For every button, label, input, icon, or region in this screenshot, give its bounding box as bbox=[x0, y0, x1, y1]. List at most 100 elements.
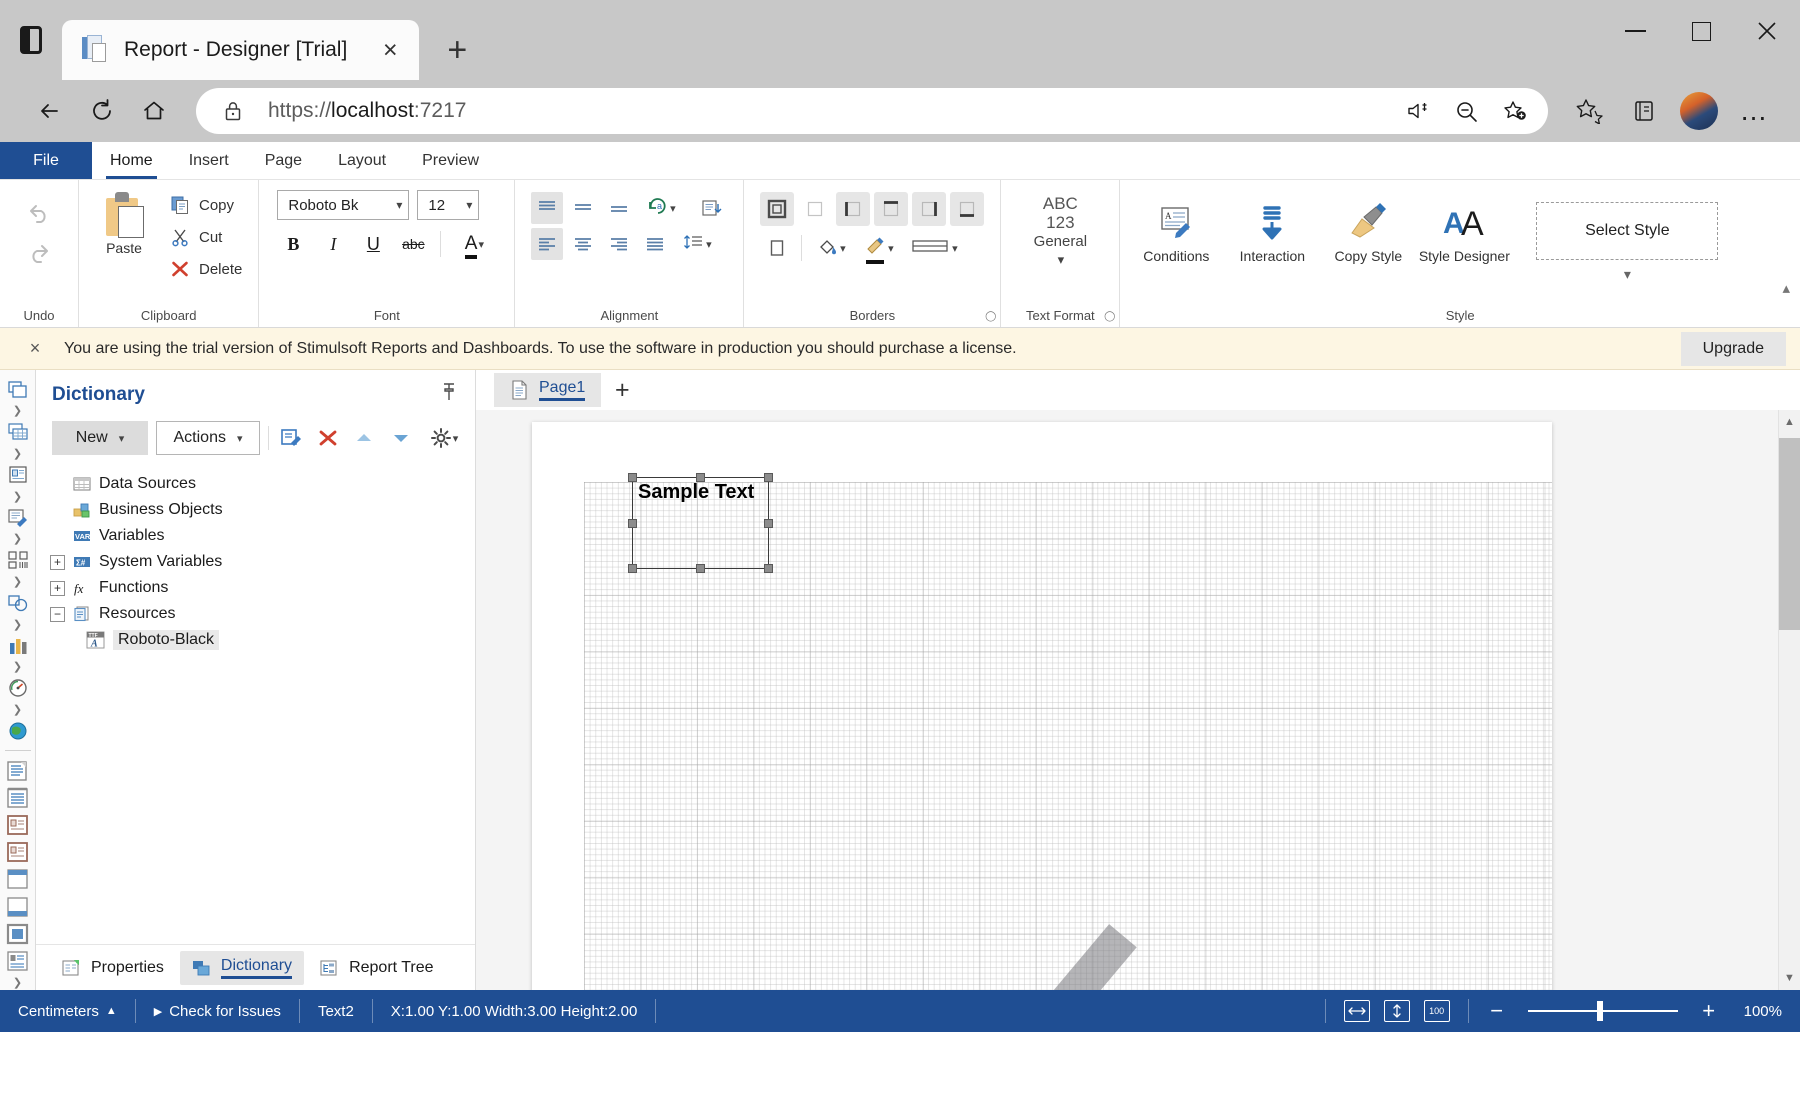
pin-icon[interactable] bbox=[441, 382, 457, 407]
table-icon[interactable] bbox=[3, 419, 33, 446]
copy-button[interactable]: Copy bbox=[161, 190, 250, 220]
dialog-launcher-icon[interactable]: ◯ bbox=[985, 311, 996, 322]
scroll-up-icon[interactable]: ▲ bbox=[1779, 410, 1800, 434]
align-justify-icon[interactable] bbox=[639, 228, 671, 260]
resize-handle-ne[interactable] bbox=[764, 473, 773, 482]
gauge-icon[interactable] bbox=[3, 675, 33, 702]
report-page[interactable]: Sample Text bbox=[532, 422, 1552, 990]
data-band-icon[interactable] bbox=[3, 839, 33, 866]
collapse-ribbon-icon[interactable]: ▴ bbox=[1782, 279, 1790, 297]
minimize-button[interactable] bbox=[1602, 0, 1668, 62]
delete-x-icon[interactable] bbox=[314, 423, 343, 453]
upgrade-button[interactable]: Upgrade bbox=[1680, 331, 1786, 366]
tab-insert[interactable]: Insert bbox=[171, 142, 247, 179]
page-header-band-icon[interactable] bbox=[3, 785, 33, 812]
close-tab-icon[interactable]: × bbox=[373, 33, 407, 67]
gear-icon[interactable]: ▾ bbox=[423, 423, 465, 453]
expand-barcode-icon[interactable]: ❯ bbox=[13, 574, 22, 590]
close-banner-icon[interactable]: × bbox=[22, 338, 48, 359]
align-right-icon[interactable] bbox=[603, 228, 635, 260]
zoom-slider-thumb[interactable] bbox=[1596, 1001, 1603, 1021]
page-footer-band-icon[interactable] bbox=[3, 893, 33, 920]
scroll-down-icon[interactable]: ▼ bbox=[1779, 966, 1800, 990]
new-tab-button[interactable]: + bbox=[433, 26, 481, 74]
tab-strip-button[interactable] bbox=[0, 0, 62, 80]
footer-band-icon[interactable] bbox=[3, 866, 33, 893]
canvas-scroll-area[interactable]: Sample Text bbox=[476, 410, 1778, 990]
group-header-band-icon[interactable] bbox=[3, 947, 33, 974]
home-button[interactable] bbox=[128, 89, 180, 133]
tree-node-data-sources[interactable]: Data Sources bbox=[50, 471, 475, 497]
resize-handle-s[interactable] bbox=[696, 564, 705, 573]
border-color-button[interactable]: ▾ bbox=[857, 232, 901, 264]
tab-file[interactable]: File bbox=[0, 142, 92, 179]
tab-page[interactable]: Page bbox=[247, 142, 320, 179]
font-color-button[interactable]: A ▾ bbox=[452, 228, 496, 260]
expander-icon[interactable]: + bbox=[50, 554, 65, 570]
font-family-select[interactable]: Roboto Bk ▾ bbox=[277, 190, 410, 220]
no-border-icon[interactable] bbox=[798, 192, 832, 226]
zoom-out-icon[interactable] bbox=[1446, 91, 1488, 131]
select-style-control[interactable]: Select Style ▾ bbox=[1536, 202, 1719, 283]
bold-button[interactable]: B bbox=[277, 228, 309, 260]
align-top-icon[interactable] bbox=[531, 192, 564, 224]
check-for-issues-button[interactable]: ▶ Check for Issues bbox=[136, 990, 299, 1032]
back-button[interactable] bbox=[24, 89, 76, 133]
tab-home[interactable]: Home bbox=[92, 142, 171, 179]
dialog-launcher-icon[interactable]: ◯ bbox=[1104, 311, 1115, 322]
align-bottom-icon[interactable] bbox=[603, 192, 635, 224]
scroll-thumb[interactable] bbox=[1779, 438, 1800, 630]
text-edit-icon[interactable] bbox=[3, 504, 33, 531]
maximize-button[interactable] bbox=[1668, 0, 1734, 62]
expand-shapes-icon[interactable]: ❯ bbox=[13, 616, 22, 632]
add-favorite-icon[interactable] bbox=[1494, 91, 1536, 131]
child-band-icon[interactable] bbox=[3, 920, 33, 947]
zoom-out-button[interactable]: − bbox=[1487, 998, 1507, 1024]
top-border-icon[interactable] bbox=[874, 192, 909, 226]
align-left-icon[interactable] bbox=[531, 228, 564, 260]
profile-avatar[interactable] bbox=[1680, 92, 1718, 130]
zoom-slider[interactable] bbox=[1527, 1001, 1678, 1021]
bottom-border-icon[interactable] bbox=[950, 192, 985, 226]
border-style-button[interactable]: ▾ bbox=[905, 232, 963, 264]
page-tab-page1[interactable]: Page1 bbox=[494, 373, 602, 407]
edit-icon[interactable] bbox=[277, 423, 306, 453]
text-component-text2[interactable]: Sample Text bbox=[628, 473, 773, 573]
delete-button[interactable]: Delete bbox=[161, 254, 250, 284]
expand-card-icon[interactable]: ❯ bbox=[13, 488, 22, 504]
tab-layout[interactable]: Layout bbox=[320, 142, 404, 179]
browser-settings-icon[interactable]: … bbox=[1728, 89, 1780, 133]
font-size-select[interactable]: 12 ▾ bbox=[417, 190, 480, 220]
tab-preview[interactable]: Preview bbox=[404, 142, 497, 179]
resize-handle-nw[interactable] bbox=[628, 473, 637, 482]
report-title-band-icon[interactable] bbox=[3, 757, 33, 784]
zoom-in-button[interactable]: + bbox=[1699, 998, 1719, 1024]
tree-node-variables[interactable]: VAR Variables bbox=[50, 523, 475, 549]
line-spacing-button[interactable]: ▾ bbox=[675, 228, 719, 260]
panels-icon[interactable] bbox=[3, 376, 33, 403]
tree-node-functions[interactable]: + fx Functions bbox=[50, 575, 475, 601]
units-selector[interactable]: Centimeters ▲ bbox=[0, 990, 135, 1032]
fit-page-icon[interactable] bbox=[1383, 1000, 1410, 1022]
cut-button[interactable]: Cut bbox=[161, 222, 250, 252]
expand-text-icon[interactable]: ❯ bbox=[13, 531, 22, 547]
chart-icon[interactable] bbox=[3, 632, 33, 659]
collections-icon[interactable] bbox=[1618, 89, 1670, 133]
text-format-button[interactable]: ABC 123 General ▾ bbox=[1009, 186, 1111, 267]
resize-handle-se[interactable] bbox=[764, 564, 773, 573]
scroll-track[interactable] bbox=[1779, 434, 1800, 966]
map-globe-icon[interactable] bbox=[3, 717, 33, 744]
underline-button[interactable]: U bbox=[357, 228, 389, 260]
add-page-button[interactable]: + bbox=[605, 373, 639, 407]
expand-chart-icon[interactable]: ❯ bbox=[13, 659, 22, 675]
resize-handle-w[interactable] bbox=[628, 518, 637, 528]
barcode-icon[interactable] bbox=[3, 547, 33, 574]
border-box-icon[interactable] bbox=[760, 231, 794, 265]
align-center-icon[interactable] bbox=[567, 228, 599, 260]
interaction-button[interactable]: Interaction bbox=[1224, 186, 1320, 264]
read-aloud-icon[interactable] bbox=[1398, 91, 1440, 131]
resize-handle-sw[interactable] bbox=[628, 564, 637, 573]
move-up-icon[interactable] bbox=[350, 423, 379, 453]
resize-handle-e[interactable] bbox=[764, 518, 773, 528]
new-button[interactable]: New ▾ bbox=[52, 421, 148, 455]
